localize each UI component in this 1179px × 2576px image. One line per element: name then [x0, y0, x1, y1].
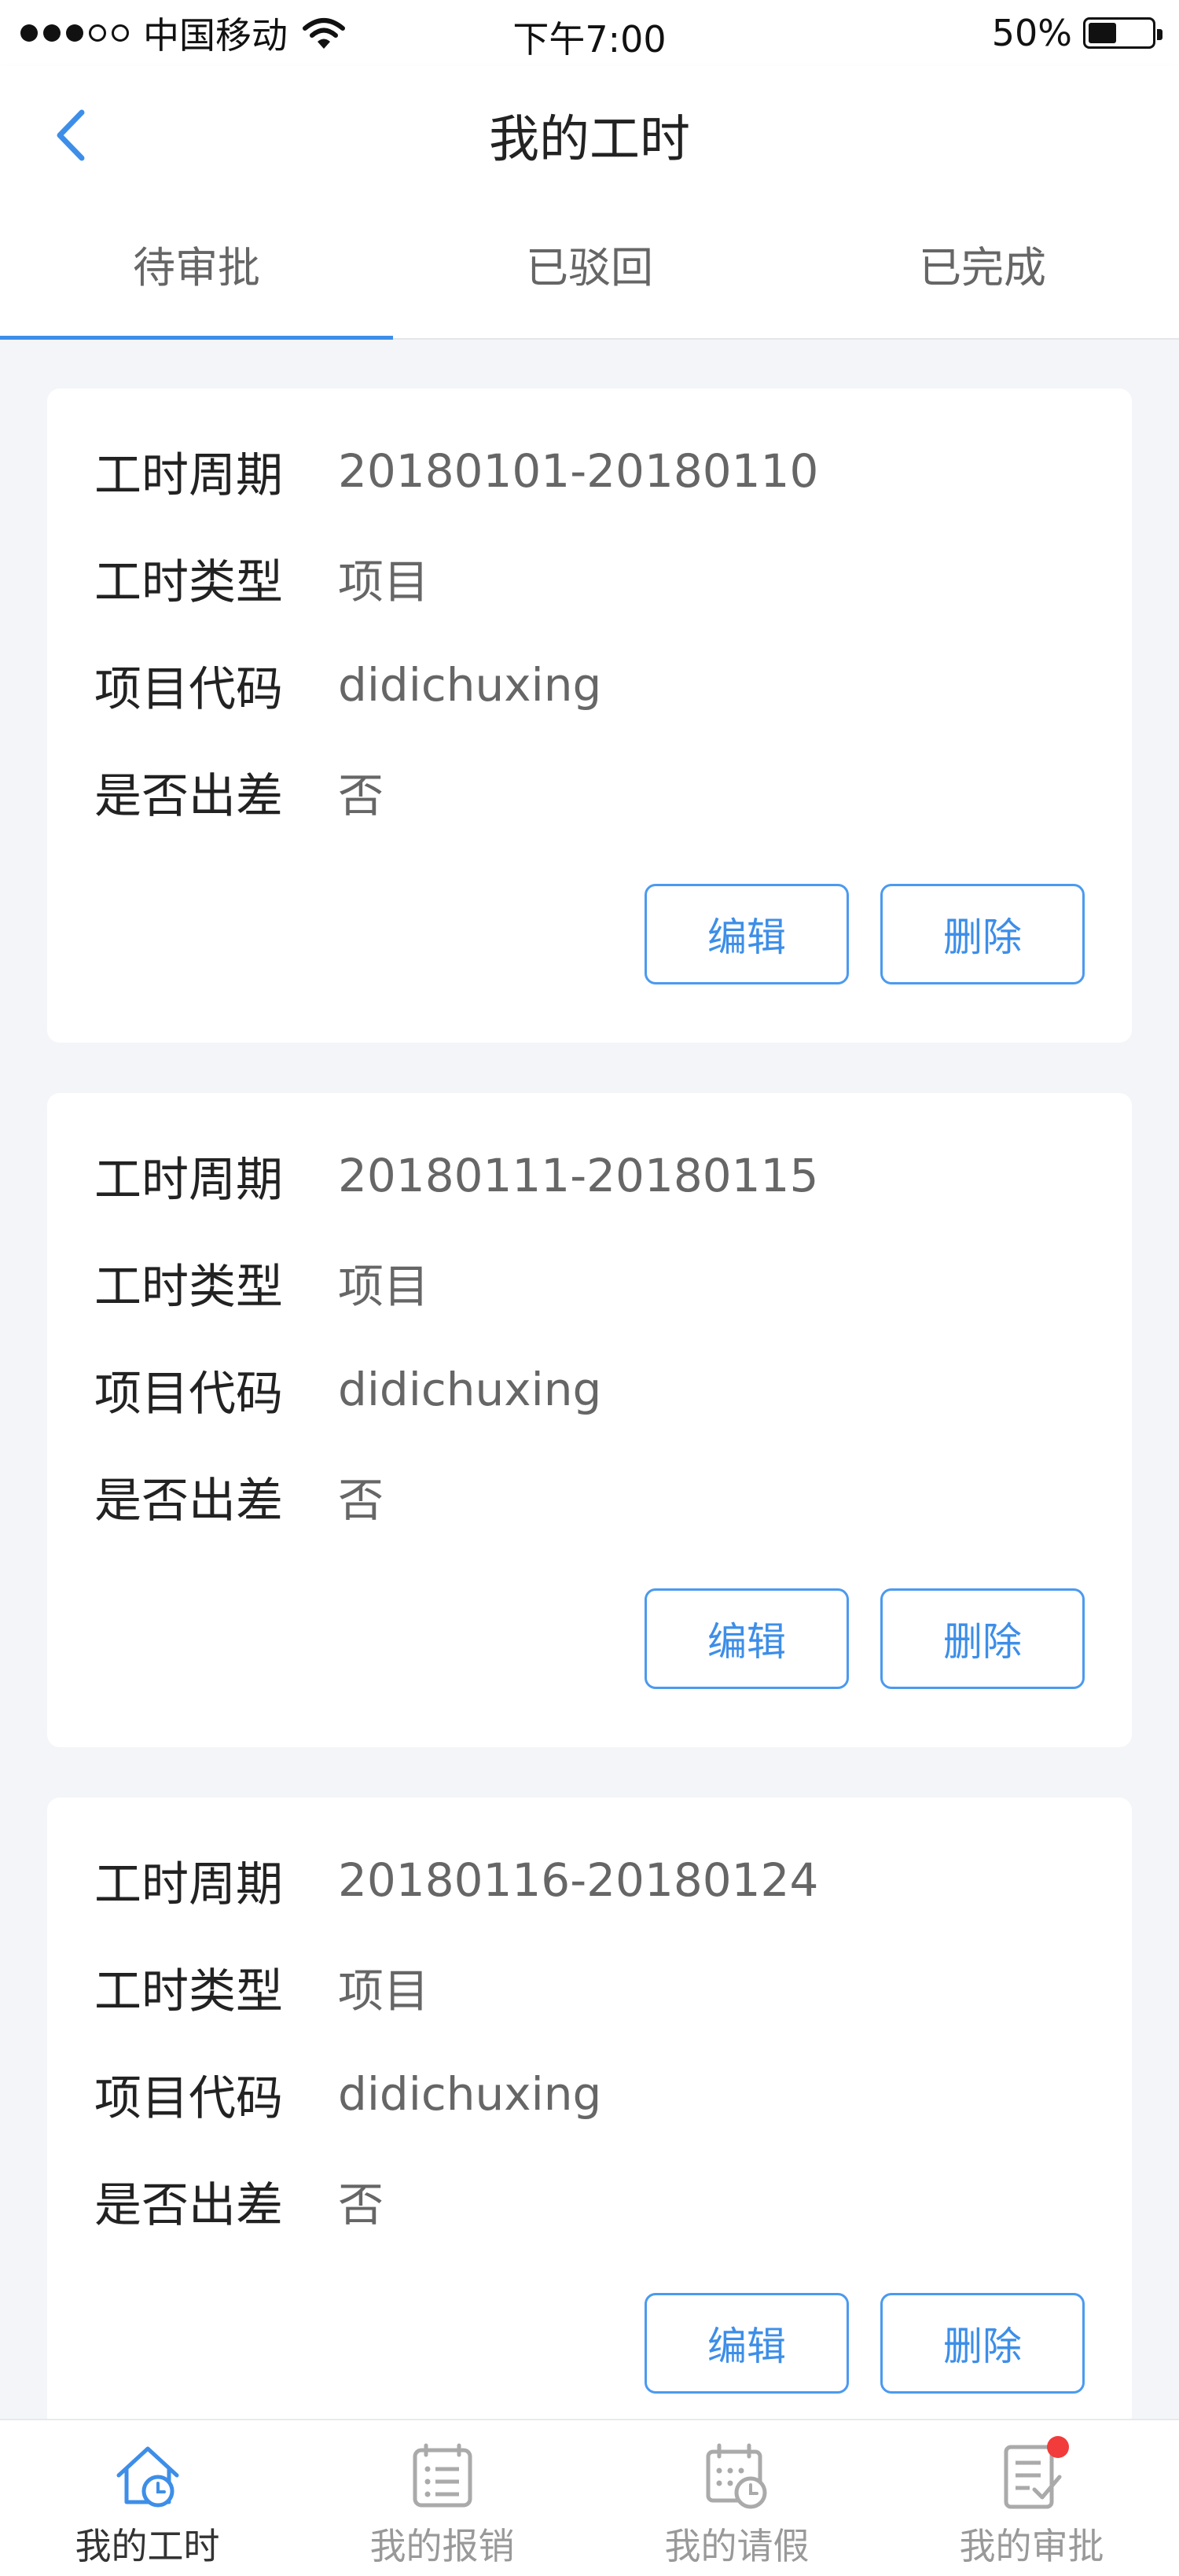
edit-button[interactable]: 编辑 — [645, 884, 849, 984]
code-value: didichuxing — [338, 658, 602, 712]
type-label: 工时类型 — [94, 1963, 283, 2019]
trip-row: 是否出差 否 — [94, 756, 384, 827]
code-value: didichuxing — [338, 2067, 602, 2121]
trip-label: 是否出差 — [94, 1473, 283, 1529]
code-label: 项目代码 — [94, 2070, 283, 2126]
notification-badge — [1046, 2436, 1069, 2458]
type-label: 工时类型 — [94, 554, 283, 610]
code-value: didichuxing — [338, 1363, 602, 1416]
type-row: 工时类型 项目 — [94, 543, 429, 613]
home-clock-icon — [116, 2446, 178, 2508]
period-value: 20180101-20180110 — [338, 444, 819, 498]
period-label: 工时周期 — [94, 447, 283, 503]
tabbar-item-my-hours[interactable]: 我的工时 — [0, 2420, 295, 2576]
trip-label: 是否出差 — [94, 2177, 283, 2233]
period-label: 工时周期 — [94, 1857, 283, 1912]
page-title: 我的工时 — [489, 111, 690, 169]
tabbar-item-my-expenses[interactable]: 我的报销 — [295, 2420, 590, 2576]
code-row: 项目代码 didichuxing — [94, 1354, 601, 1425]
status-bar: 中国移动 下午7:00 50% — [0, 0, 1179, 66]
period-row: 工时周期 20180101-20180110 — [94, 436, 818, 506]
trip-row: 是否出差 否 — [94, 2166, 384, 2236]
type-label: 工时类型 — [94, 1259, 283, 1315]
tabbar-label: 我的请假 — [664, 2525, 810, 2567]
delete-button[interactable]: 删除 — [880, 2293, 1085, 2394]
tab-pending[interactable]: 待审批 — [0, 201, 393, 340]
trip-label: 是否出差 — [94, 768, 283, 824]
type-value: 项目 — [338, 1260, 430, 1313]
trip-value: 否 — [338, 769, 384, 822]
type-value: 项目 — [338, 1964, 430, 2018]
tabbar-label: 我的报销 — [369, 2525, 515, 2567]
edit-button[interactable]: 编辑 — [645, 2293, 849, 2394]
battery-icon — [1083, 17, 1162, 49]
type-row: 工时类型 项目 — [94, 1247, 429, 1318]
period-value: 20180116-20180124 — [338, 1853, 819, 1907]
period-value: 20180111-20180115 — [338, 1149, 819, 1202]
code-label: 项目代码 — [94, 661, 283, 717]
period-row: 工时周期 20180116-20180124 — [94, 1845, 818, 1915]
tab-rejected[interactable]: 已驳回 — [393, 201, 786, 338]
bottom-tab-bar: 我的工时 我的报销 我的请假 我的审批 — [0, 2419, 1179, 2576]
type-row: 工时类型 项目 — [94, 1952, 429, 2022]
code-row: 项目代码 didichuxing — [94, 2059, 601, 2129]
trip-row: 是否出差 否 — [94, 1461, 384, 1532]
trip-value: 否 — [338, 1474, 384, 1527]
list-icon — [413, 2443, 472, 2508]
status-right: 50% — [991, 11, 1162, 55]
calendar-clock-icon — [706, 2443, 766, 2509]
tab-completed[interactable]: 已完成 — [786, 201, 1179, 338]
edit-button[interactable]: 编辑 — [645, 1588, 849, 1689]
period-row: 工时周期 20180111-20180115 — [94, 1140, 818, 1211]
code-label: 项目代码 — [94, 1366, 283, 1422]
timesheet-card: 工时周期 20180111-20180115 工时类型 项目 项目代码 didi… — [47, 1093, 1132, 1747]
approval-icon-wrapper — [997, 2436, 1069, 2512]
tabbar-item-my-approvals[interactable]: 我的审批 — [884, 2420, 1179, 2576]
nav-bar: 我的工时 — [0, 66, 1179, 201]
trip-value: 否 — [338, 2178, 384, 2232]
timesheet-card: 工时周期 20180116-20180124 工时类型 项目 项目代码 didi… — [47, 1798, 1132, 2452]
tabbar-item-my-leave[interactable]: 我的请假 — [590, 2420, 884, 2576]
battery-percent: 50% — [991, 12, 1072, 54]
tabbar-label: 我的工时 — [75, 2525, 220, 2567]
timesheet-card: 工时周期 20180101-20180110 工时类型 项目 项目代码 didi… — [47, 388, 1132, 1043]
delete-button[interactable]: 删除 — [880, 884, 1085, 984]
delete-button[interactable]: 删除 — [880, 1588, 1085, 1689]
tabbar-label: 我的审批 — [959, 2525, 1104, 2567]
period-label: 工时周期 — [94, 1152, 283, 1208]
type-value: 项目 — [338, 555, 430, 609]
code-row: 项目代码 didichuxing — [94, 650, 601, 720]
status-tabs: 待审批 已驳回 已完成 — [0, 201, 1179, 340]
